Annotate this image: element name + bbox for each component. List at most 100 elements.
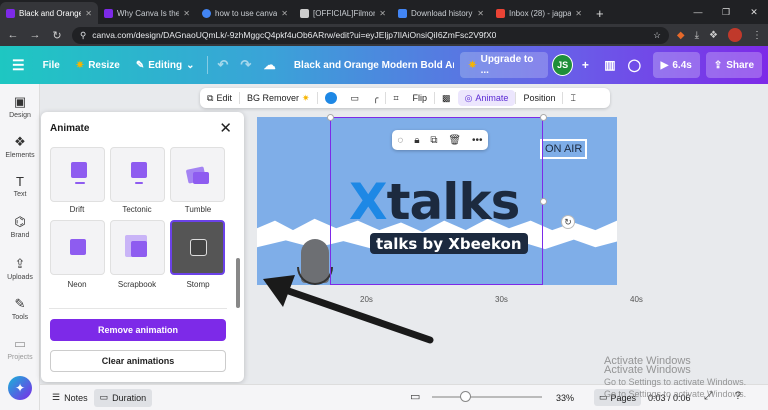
rotate-icon[interactable]: ↻ <box>561 215 575 229</box>
undo-icon[interactable]: ↶ <box>211 57 234 73</box>
panel-header: Animate ✕ <box>41 112 244 144</box>
tab-title: [OFFICIAL]Filmora Vi <box>313 8 376 18</box>
browser-tab-3[interactable]: how to use canva for ✕ <box>196 2 294 24</box>
back-icon[interactable]: ← <box>6 29 20 41</box>
present-button[interactable]: ▶ 6.4s <box>652 52 700 78</box>
menu-dots-icon[interactable]: ⋮ <box>752 30 762 41</box>
resize-handle[interactable] <box>327 114 334 121</box>
watermark-line: Go to Settings to activate Windows. <box>604 389 747 399</box>
border-style-icon[interactable]: ▭ <box>344 88 367 108</box>
duration-button[interactable]: ▭ Duration <box>93 388 153 407</box>
close-tab-icon[interactable]: ✕ <box>379 9 386 18</box>
add-collaborator-icon[interactable]: + <box>573 52 598 78</box>
maximize-icon[interactable]: ❐ <box>712 0 740 24</box>
rail-text[interactable]: T Text <box>0 174 40 198</box>
browser-tab-2[interactable]: Why Canva Is the Be ✕ <box>98 2 196 24</box>
url-field[interactable]: ⚲ canva.com/design/DAGnaoUQmLk/-9zhMggcQ… <box>72 26 669 44</box>
browser-tab-1[interactable]: Black and Orange Mo ✕ <box>0 2 98 24</box>
analytics-icon[interactable]: ▥ <box>598 52 623 78</box>
zoom-slider-knob[interactable] <box>460 391 471 402</box>
upgrade-button[interactable]: ✷ Upgrade to ... <box>460 52 549 78</box>
more-options-icon[interactable]: ••• <box>472 135 483 146</box>
transparency-icon[interactable]: ▩ <box>435 88 458 108</box>
rail-label: Design <box>9 112 31 119</box>
timeline-tick-label: 30s <box>495 295 508 304</box>
stomp-settings-icon <box>190 239 207 256</box>
extensions-puzzle-icon[interactable]: ❖ <box>709 30 718 41</box>
edit-image-button[interactable]: ⧉ Edit <box>200 88 239 108</box>
tectonic-arrow-icon <box>135 182 143 184</box>
hide-pages-icon[interactable]: ▭ <box>410 390 420 403</box>
rail-uploads[interactable]: ⇪ Uploads <box>0 256 40 281</box>
rail-design[interactable]: ▣ Design <box>0 94 40 119</box>
rail-tools[interactable]: ✎ Tools <box>0 296 40 321</box>
new-tab-icon[interactable]: + <box>588 2 612 24</box>
rail-brand[interactable]: ⌬ Brand <box>0 214 40 239</box>
browser-tab-5[interactable]: Download history ✕ <box>392 2 490 24</box>
bg-remover-button[interactable]: BG Remover ✷ <box>240 88 317 108</box>
duplicate-icon[interactable]: ⧉ <box>430 135 437 146</box>
animation-tile-tumble[interactable] <box>170 147 225 202</box>
profile-avatar[interactable] <box>728 28 742 42</box>
extension-icon[interactable]: ◆ <box>677 30 685 41</box>
zoom-slider-track[interactable] <box>432 396 542 398</box>
close-tab-icon[interactable]: ✕ <box>281 9 288 18</box>
close-icon[interactable]: ✕ <box>219 119 232 137</box>
present-time: 6.4s <box>672 59 692 71</box>
resize-handle[interactable] <box>540 114 547 121</box>
browser-tab-4[interactable]: [OFFICIAL]Filmora Vi ✕ <box>294 2 392 24</box>
site-info-icon[interactable]: ⚲ <box>80 30 86 41</box>
minimize-icon[interactable]: — <box>684 0 712 24</box>
crown-icon: ✷ <box>468 59 477 71</box>
on-air-sign[interactable]: ON AIR <box>540 139 588 159</box>
lock-icon[interactable]: 🔒︎ <box>414 135 419 146</box>
animation-tile-stomp[interactable] <box>170 220 225 275</box>
browser-tab-6[interactable]: Inbox (28) - jagpalon ✕ <box>490 2 588 24</box>
editing-mode-button[interactable]: ✎ Editing ⌄ <box>128 52 203 78</box>
document-title[interactable]: Black and Orange Modern Bold Animated... <box>294 60 454 71</box>
resize-handle[interactable] <box>540 198 547 205</box>
bookmark-star-icon[interactable]: ☆ <box>653 30 661 41</box>
remove-animation-button[interactable]: Remove animation <box>50 319 226 341</box>
cloud-sync-icon[interactable]: ☁ <box>257 52 282 78</box>
file-menu-button[interactable]: File <box>35 52 68 78</box>
panel-scrollbar[interactable] <box>236 258 240 308</box>
divider <box>49 308 227 309</box>
delete-icon[interactable]: 🗑︎ <box>448 135 461 146</box>
hamburger-menu-icon[interactable]: ☰ <box>0 57 35 74</box>
close-window-icon[interactable]: ✕ <box>740 0 768 24</box>
download-favicon-icon <box>398 8 407 18</box>
color-button[interactable] <box>318 88 344 108</box>
notes-button[interactable]: ☰ Notes <box>46 389 94 407</box>
rail-elements[interactable]: ❖ Elements <box>0 134 40 159</box>
zoom-level[interactable]: 33% <box>556 393 574 403</box>
redo-icon[interactable]: ↷ <box>234 57 257 73</box>
animate-button[interactable]: ◎ Animate <box>457 90 516 106</box>
comment-add-icon[interactable]: ◌ <box>397 135 403 146</box>
close-tab-icon[interactable]: ✕ <box>85 9 92 18</box>
corner-rounding-icon[interactable]: ╭ <box>366 88 385 108</box>
timeline-tick-label: 40s <box>630 295 643 304</box>
magic-assistant-icon[interactable]: ✦ <box>8 376 32 400</box>
position-button[interactable]: Position <box>516 88 562 108</box>
animation-tile-neon[interactable] <box>50 220 105 275</box>
resize-button[interactable]: ✷ Resize <box>68 52 128 78</box>
download-icon[interactable]: ⤓ <box>695 30 699 41</box>
reload-icon[interactable]: ↻ <box>50 29 64 42</box>
crop-icon[interactable]: ⌗ <box>386 88 405 108</box>
forward-icon[interactable]: → <box>28 29 42 41</box>
share-button[interactable]: ⇪ Share <box>705 52 763 78</box>
user-avatar[interactable]: JS <box>552 54 574 76</box>
animation-tile-tectonic[interactable] <box>110 147 165 202</box>
paint-format-icon[interactable]: ⌶ <box>563 88 582 108</box>
rail-projects[interactable]: ▭ Projects <box>0 336 40 361</box>
clear-animations-button[interactable]: Clear animations <box>50 350 226 372</box>
close-tab-icon[interactable]: ✕ <box>575 9 582 18</box>
close-tab-icon[interactable]: ✕ <box>183 9 190 18</box>
comment-icon[interactable]: ◯ <box>622 52 647 78</box>
close-tab-icon[interactable]: ✕ <box>477 9 484 18</box>
animation-tile-scrapbook[interactable] <box>110 220 165 275</box>
rail-label: Tools <box>11 314 29 321</box>
flip-button[interactable]: Flip <box>406 88 435 108</box>
animation-tile-drift[interactable] <box>50 147 105 202</box>
